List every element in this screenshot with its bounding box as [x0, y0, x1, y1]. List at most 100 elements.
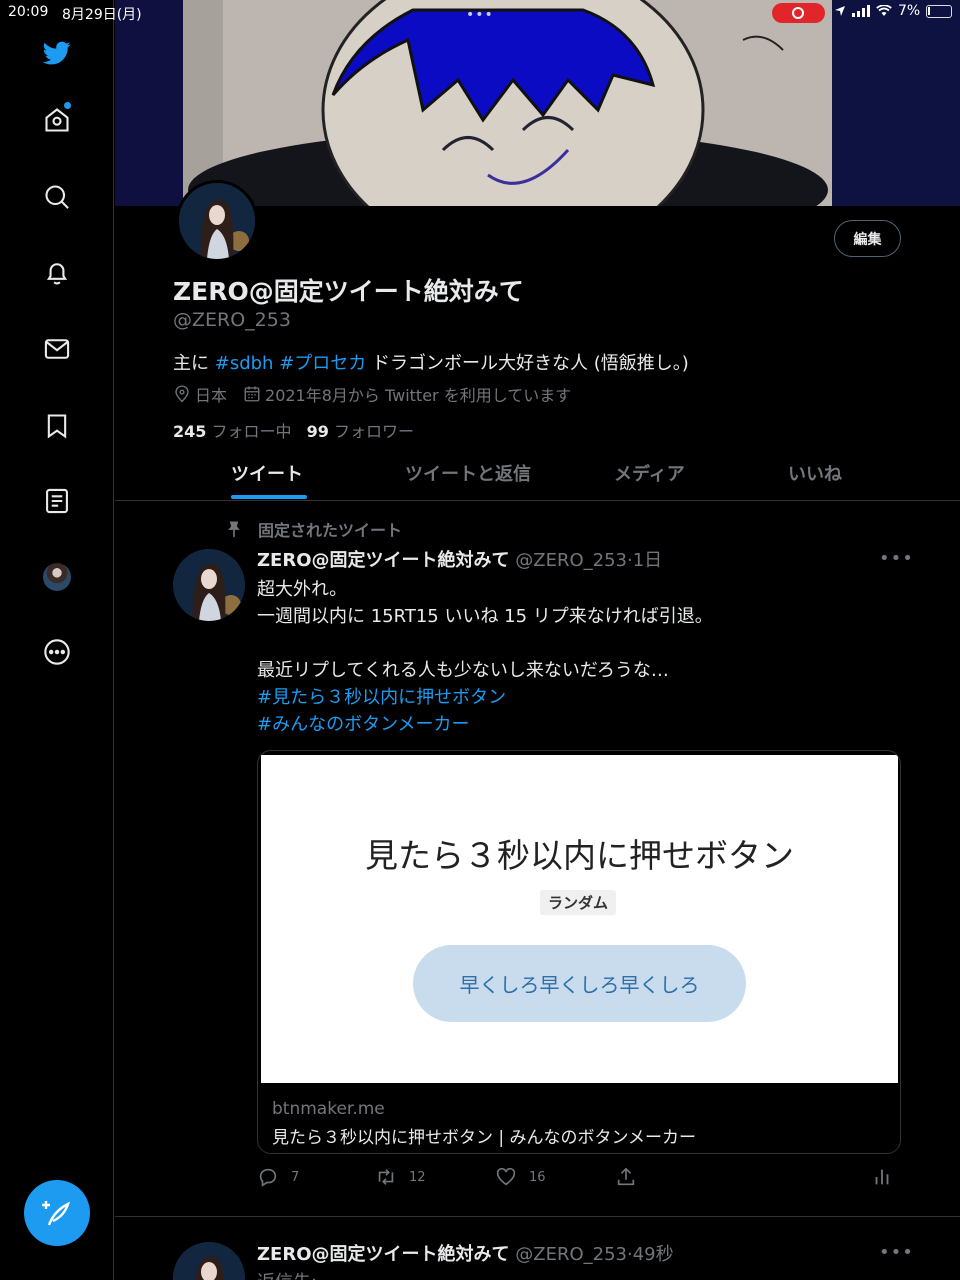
- pinned-indicator: 固定されたツイート: [224, 517, 402, 541]
- retweet-button[interactable]: 12: [375, 1166, 426, 1188]
- nav-notifications[interactable]: [37, 253, 77, 293]
- retweet-count: 12: [409, 1169, 426, 1185]
- tab-tweets[interactable]: ツイート: [231, 460, 303, 486]
- calendar-icon: [244, 386, 260, 402]
- reply-count: 7: [291, 1169, 300, 1185]
- share-button[interactable]: [615, 1166, 649, 1188]
- sidebar-nav: [0, 0, 114, 1280]
- bio-hashtag-sdbh[interactable]: #sdbh: [215, 353, 274, 374]
- tweet-hashtag-button[interactable]: #見たら３秒以内に押せボタン: [257, 684, 713, 711]
- nav-bookmarks[interactable]: [37, 406, 77, 446]
- tweet-hashtag-buttonmaker[interactable]: #みんなのボタンメーカー: [257, 711, 713, 738]
- pin-icon: [228, 521, 240, 538]
- following-link[interactable]: 245 フォロー中: [173, 422, 292, 441]
- pinned-label: 固定されたツイート: [258, 521, 403, 540]
- profile-avatar[interactable]: [176, 180, 258, 262]
- notification-dot: [64, 102, 71, 109]
- card-image-title: 見たら３秒以内に押せボタン: [365, 836, 794, 875]
- bell-icon: [46, 263, 68, 285]
- active-tab-indicator: [231, 495, 307, 499]
- followers-label: フォロワー: [333, 422, 414, 441]
- nav-profile[interactable]: [37, 557, 77, 597]
- nav-lists[interactable]: [37, 481, 77, 521]
- card-description: 見たら３秒以内に押せボタン | みんなのボタンメーカー: [272, 1128, 697, 1148]
- profile-location: 日本: [195, 386, 228, 405]
- status-bar: 20:09 8月29日(月) ••• 7%: [0, 0, 960, 26]
- cellular-signal-icon: [852, 5, 870, 17]
- banner-side-area: [832, 0, 960, 206]
- followers-count: 99: [306, 422, 329, 441]
- tweet-line: 超大外れ。: [257, 579, 348, 600]
- multitasking-dots-icon[interactable]: •••: [466, 7, 494, 23]
- wifi-icon: [876, 5, 892, 16]
- screen-record-icon[interactable]: [772, 3, 825, 23]
- location-arrow-icon: [835, 6, 845, 16]
- nav-home[interactable]: [37, 100, 77, 140]
- profile-joined: 2021年8月から Twitter を利用しています: [265, 386, 572, 405]
- nav-explore[interactable]: [37, 177, 77, 217]
- nav-more[interactable]: [37, 632, 77, 672]
- follow-counts: 245 フォロー中 99 フォロワー: [173, 418, 414, 442]
- more-circle-icon: [44, 639, 70, 665]
- retweet-icon: [378, 1169, 394, 1185]
- card-image: 見たら３秒以内に押せボタン ランダム 早くしろ早くしろ早くしろ: [261, 755, 898, 1083]
- card-image-chip: ランダム: [540, 890, 617, 915]
- tweet-author-name[interactable]: ZERO@固定ツイート絶対みて: [257, 550, 510, 571]
- bio-hashtag-proseka[interactable]: #プロセカ: [279, 353, 366, 374]
- nav-messages[interactable]: [37, 329, 77, 369]
- profile-handle: @ZERO_253: [173, 309, 291, 331]
- status-time: 20:09: [8, 4, 49, 20]
- tweet-header: ZERO@固定ツイート絶対みて @ZERO_253·1日: [257, 546, 662, 572]
- list-icon: [46, 488, 68, 514]
- share-icon: [617, 1167, 635, 1186]
- tweet-avatar[interactable]: [173, 549, 245, 621]
- status-date: 8月29日(月): [62, 7, 142, 23]
- location-pin-icon: [175, 385, 189, 403]
- tweet-handle-time[interactable]: @ZERO_253·1日: [515, 550, 662, 571]
- tweet-more-icon[interactable]: •••: [879, 1242, 914, 1263]
- tweet-more-icon[interactable]: •••: [879, 548, 914, 569]
- profile-banner[interactable]: [115, 0, 960, 206]
- card-domain: btnmaker.me: [272, 1099, 385, 1119]
- reply-button[interactable]: 7: [257, 1166, 299, 1188]
- profile-tabs: ツイート ツイートと返信 メディア いいね: [115, 445, 960, 501]
- tweet-line: 一週間以内に 15RT15 いいね 15 リプ来なければ引退。: [257, 606, 713, 627]
- link-preview-card[interactable]: 見たら３秒以内に押せボタン ランダム 早くしろ早くしろ早くしろ btnmaker…: [257, 750, 901, 1154]
- card-image-button: 早くしろ早くしろ早くしろ: [413, 945, 746, 1022]
- tweet-line: 最近リプしてくれる人も少ないし来ないだろうな…: [257, 660, 669, 681]
- tweet-actions: 7 12 16: [257, 1166, 901, 1192]
- status-indicators: 7%: [834, 3, 953, 19]
- feather-plus-icon: [42, 1201, 71, 1226]
- tweet-header: ZERO@固定ツイート絶対みて @ZERO_253·49秒: [257, 1240, 674, 1266]
- followers-link[interactable]: 99 フォロワー: [307, 422, 414, 441]
- following-label: フォロー中: [211, 422, 292, 441]
- tweet-avatar[interactable]: [173, 1242, 245, 1280]
- tab-tweets-and-replies[interactable]: ツイートと返信: [405, 460, 531, 486]
- tweet-author-name[interactable]: ZERO@固定ツイート絶対みて: [257, 1244, 510, 1265]
- following-count: 245: [173, 422, 207, 441]
- analytics-button[interactable]: [871, 1166, 905, 1188]
- home-icon: [45, 108, 69, 132]
- reply-icon: [259, 1168, 277, 1187]
- tweet-divider: [115, 1216, 960, 1217]
- profile-meta: 日本 2021年8月から Twitter を利用しています: [173, 382, 571, 406]
- bio-text-rest: ドラゴンボール大好きな人 (悟飯推し。): [366, 353, 689, 374]
- analytics-bars-icon: [875, 1169, 889, 1185]
- twitter-logo-icon[interactable]: [37, 33, 77, 73]
- tab-likes[interactable]: いいね: [788, 460, 842, 486]
- reply-to-line: 返信先:: [257, 1268, 317, 1280]
- like-count: 16: [529, 1169, 546, 1185]
- tab-media[interactable]: メディア: [614, 460, 685, 486]
- battery-icon: [926, 4, 953, 18]
- compose-tweet-button[interactable]: [24, 1180, 90, 1246]
- bio-text: 主に: [173, 353, 215, 374]
- search-icon: [45, 185, 69, 209]
- avatar: [43, 563, 71, 591]
- mail-icon: [44, 339, 70, 359]
- tweet-handle-time[interactable]: @ZERO_253·49秒: [515, 1244, 673, 1265]
- tweet-text: 超大外れ。 一週間以内に 15RT15 いいね 15 リプ来なければ引退。 最近…: [257, 576, 713, 738]
- heart-icon: [496, 1167, 516, 1186]
- edit-profile-button[interactable]: 編集: [834, 220, 901, 257]
- like-button[interactable]: 16: [495, 1166, 546, 1188]
- profile-name: ZERO@固定ツイート絶対みて: [173, 277, 524, 306]
